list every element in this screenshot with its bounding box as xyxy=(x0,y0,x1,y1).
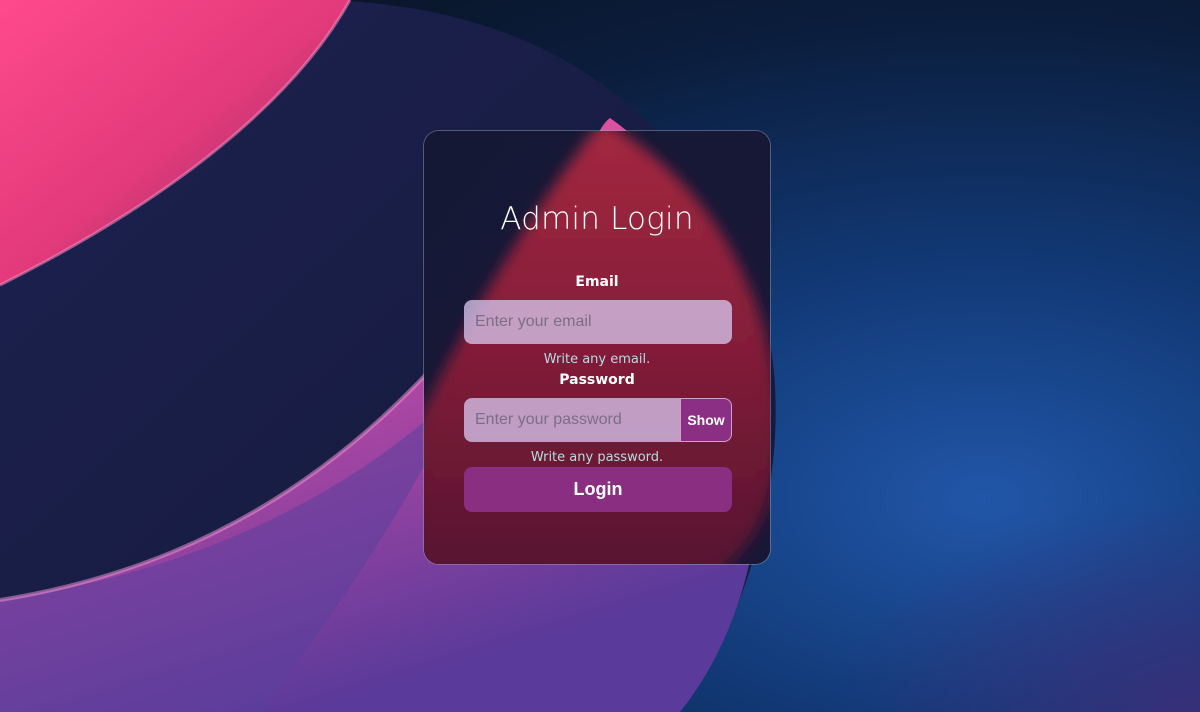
email-field[interactable] xyxy=(464,300,732,344)
login-button[interactable]: Login xyxy=(464,467,732,512)
password-hint: Write any password. xyxy=(530,450,664,465)
password-field-wrapper: Show xyxy=(464,398,732,442)
page-title: Admin Login xyxy=(500,201,694,237)
password-label: Password xyxy=(559,372,635,388)
password-field[interactable] xyxy=(464,398,679,442)
login-form: Admin Login Email Write any email. Passw… xyxy=(424,131,770,564)
email-field-wrapper xyxy=(464,300,732,344)
show-password-button[interactable]: Show xyxy=(680,398,732,442)
email-label: Email xyxy=(575,274,619,290)
email-hint: Write any email. xyxy=(543,352,651,367)
login-card: Admin Login Email Write any email. Passw… xyxy=(423,130,771,565)
